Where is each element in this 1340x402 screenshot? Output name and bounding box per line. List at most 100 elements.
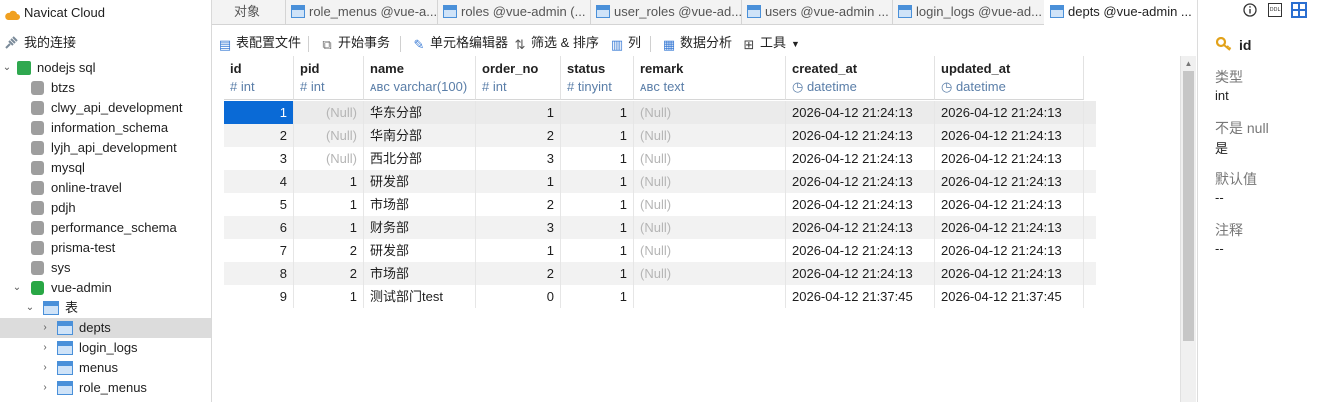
- cell-order_no[interactable]: 2: [476, 193, 561, 216]
- cell-order_no[interactable]: 2: [476, 124, 561, 147]
- ddl-icon[interactable]: DDL: [1268, 3, 1282, 17]
- cell-name[interactable]: 市场部: [364, 262, 476, 285]
- scroll-up-arrow-icon[interactable]: ▲: [1181, 56, 1196, 71]
- chevron-down-icon[interactable]: ⌄: [2, 58, 12, 78]
- cell-id[interactable]: 1: [224, 101, 294, 124]
- table-row[interactable]: 5 1 市场部 2 1 (Null) 2026-04-12 21:24:13 2026-04-…: [224, 193, 1096, 216]
- cell-name[interactable]: 财务部: [364, 216, 476, 239]
- database-item-clwy_api_development[interactable]: clwy_api_development: [0, 98, 211, 118]
- cell-order_no[interactable]: 3: [476, 147, 561, 170]
- cell-order_no[interactable]: 1: [476, 170, 561, 193]
- begin-transaction-button[interactable]: ⧉ 开始事务: [320, 32, 390, 54]
- cell-created_at[interactable]: 2026-04-12 21:24:13: [786, 216, 935, 239]
- database-item-information_schema[interactable]: information_schema: [0, 118, 211, 138]
- table-row[interactable]: 3 (Null) 西北分部 3 1 (Null) 2026-04-12 21:24:13 20…: [224, 147, 1096, 170]
- cell-remark[interactable]: (Null): [634, 147, 786, 170]
- chevron-right-icon[interactable]: ›: [40, 358, 50, 378]
- table-row[interactable]: 1 (Null) 华东分部 1 1 (Null) 2026-04-12 21:24:13 20…: [224, 101, 1096, 124]
- tab-3[interactable]: user_roles @vue-ad...: [590, 0, 742, 24]
- chevron-right-icon[interactable]: ›: [40, 378, 50, 398]
- tab-5[interactable]: login_logs @vue-ad...: [892, 0, 1045, 24]
- cell-updated_at[interactable]: 2026-04-12 21:24:13: [935, 239, 1084, 262]
- table-row[interactable]: 2 (Null) 华南分部 2 1 (Null) 2026-04-12 21:24:13 20…: [224, 124, 1096, 147]
- column-header-status[interactable]: status # tinyint: [561, 56, 634, 100]
- tab-0[interactable]: 对象: [212, 0, 286, 24]
- scrollbar-thumb[interactable]: [1183, 71, 1194, 341]
- cell-created_at[interactable]: 2026-04-12 21:24:13: [786, 101, 935, 124]
- database-item-prisma-test[interactable]: prisma-test: [0, 238, 211, 258]
- grid-view-icon[interactable]: [1291, 2, 1307, 18]
- cell-status[interactable]: 1: [561, 216, 634, 239]
- cell-status[interactable]: 1: [561, 101, 634, 124]
- cell-remark[interactable]: (Null): [634, 262, 786, 285]
- cell-created_at[interactable]: 2026-04-12 21:24:13: [786, 147, 935, 170]
- my-connections-item[interactable]: 我的连接: [0, 33, 211, 53]
- cell-id[interactable]: 9: [224, 285, 294, 308]
- table-row[interactable]: 8 2 市场部 2 1 (Null) 2026-04-12 21:24:13 2026-04-…: [224, 262, 1096, 285]
- tab-6[interactable]: depts @vue-admin ...: [1044, 0, 1198, 25]
- cell-id[interactable]: 2: [224, 124, 294, 147]
- cell-remark[interactable]: (Null): [634, 124, 786, 147]
- database-item-performance_schema[interactable]: performance_schema: [0, 218, 211, 238]
- cell-id[interactable]: 6: [224, 216, 294, 239]
- cell-status[interactable]: 1: [561, 124, 634, 147]
- table-item-login_logs[interactable]: › login_logs: [0, 338, 211, 358]
- column-header-remark[interactable]: remark ᴀʙᴄ text: [634, 56, 786, 100]
- cell-pid[interactable]: 1: [294, 193, 364, 216]
- cell-status[interactable]: 1: [561, 285, 634, 308]
- vertical-scrollbar[interactable]: ▲: [1180, 56, 1196, 402]
- cell-editor-button[interactable]: ✎ 单元格编辑器: [412, 32, 508, 54]
- database-item-online-travel[interactable]: online-travel: [0, 178, 211, 198]
- tab-4[interactable]: users @vue-admin ...: [741, 0, 893, 24]
- cell-name[interactable]: 西北分部: [364, 147, 476, 170]
- table-item-role_menus[interactable]: › role_menus: [0, 378, 211, 398]
- cell-id[interactable]: 7: [224, 239, 294, 262]
- cell-remark[interactable]: (Null): [634, 101, 786, 124]
- tools-menu-button[interactable]: ⊞ 工具 ▼: [742, 32, 800, 54]
- columns-button[interactable]: ▥ 列: [610, 32, 641, 54]
- cell-pid[interactable]: (Null): [294, 124, 364, 147]
- column-header-updated_at[interactable]: updated_at ◷ datetime: [935, 56, 1084, 100]
- cell-updated_at[interactable]: 2026-04-12 21:24:13: [935, 193, 1084, 216]
- cell-id[interactable]: 4: [224, 170, 294, 193]
- cell-id[interactable]: 3: [224, 147, 294, 170]
- cell-status[interactable]: 1: [561, 262, 634, 285]
- cell-id[interactable]: 8: [224, 262, 294, 285]
- cell-pid[interactable]: 1: [294, 285, 364, 308]
- column-header-created_at[interactable]: created_at ◷ datetime: [786, 56, 935, 100]
- info-icon[interactable]: [1243, 3, 1257, 17]
- cell-name[interactable]: 华东分部: [364, 101, 476, 124]
- tab-1[interactable]: role_menus @vue-a...: [285, 0, 438, 24]
- chevron-right-icon[interactable]: ›: [40, 318, 50, 338]
- table-config-button[interactable]: ▤ 表配置文件: [218, 32, 301, 54]
- cell-created_at[interactable]: 2026-04-12 21:24:13: [786, 239, 935, 262]
- chevron-down-icon[interactable]: ⌄: [12, 278, 22, 298]
- tables-folder[interactable]: ⌄ 表: [0, 298, 211, 318]
- database-item-btzs[interactable]: btzs: [0, 78, 211, 98]
- chevron-down-icon[interactable]: ⌄: [25, 298, 35, 318]
- data-grid[interactable]: id # int pid # int name ᴀʙᴄ varchar(100) order…: [212, 56, 1180, 402]
- database-item-sys[interactable]: sys: [0, 258, 211, 278]
- cell-id[interactable]: 5: [224, 193, 294, 216]
- table-row[interactable]: 6 1 财务部 3 1 (Null) 2026-04-12 21:24:13 2026-04-…: [224, 216, 1096, 239]
- cell-order_no[interactable]: 1: [476, 101, 561, 124]
- cell-created_at[interactable]: 2026-04-12 21:24:13: [786, 170, 935, 193]
- cell-status[interactable]: 1: [561, 239, 634, 262]
- cell-remark[interactable]: [634, 285, 786, 308]
- cell-status[interactable]: 1: [561, 170, 634, 193]
- table-row[interactable]: 4 1 研发部 1 1 (Null) 2026-04-12 21:24:13 2026-04-…: [224, 170, 1096, 193]
- cell-name[interactable]: 测试部门test: [364, 285, 476, 308]
- cell-order_no[interactable]: 1: [476, 239, 561, 262]
- cell-pid[interactable]: 1: [294, 170, 364, 193]
- table-row[interactable]: 9 1 测试部门test 0 1 2026-04-12 21:37:45 2026-04-1…: [224, 285, 1096, 308]
- data-analysis-button[interactable]: ▦ 数据分析: [662, 32, 732, 54]
- cell-order_no[interactable]: 2: [476, 262, 561, 285]
- cell-status[interactable]: 1: [561, 193, 634, 216]
- cell-updated_at[interactable]: 2026-04-12 21:24:13: [935, 124, 1084, 147]
- cell-remark[interactable]: (Null): [634, 239, 786, 262]
- cell-status[interactable]: 1: [561, 147, 634, 170]
- database-item-lyjh_api_development[interactable]: lyjh_api_development: [0, 138, 211, 158]
- cell-updated_at[interactable]: 2026-04-12 21:24:13: [935, 101, 1084, 124]
- cell-name[interactable]: 研发部: [364, 170, 476, 193]
- cell-remark[interactable]: (Null): [634, 216, 786, 239]
